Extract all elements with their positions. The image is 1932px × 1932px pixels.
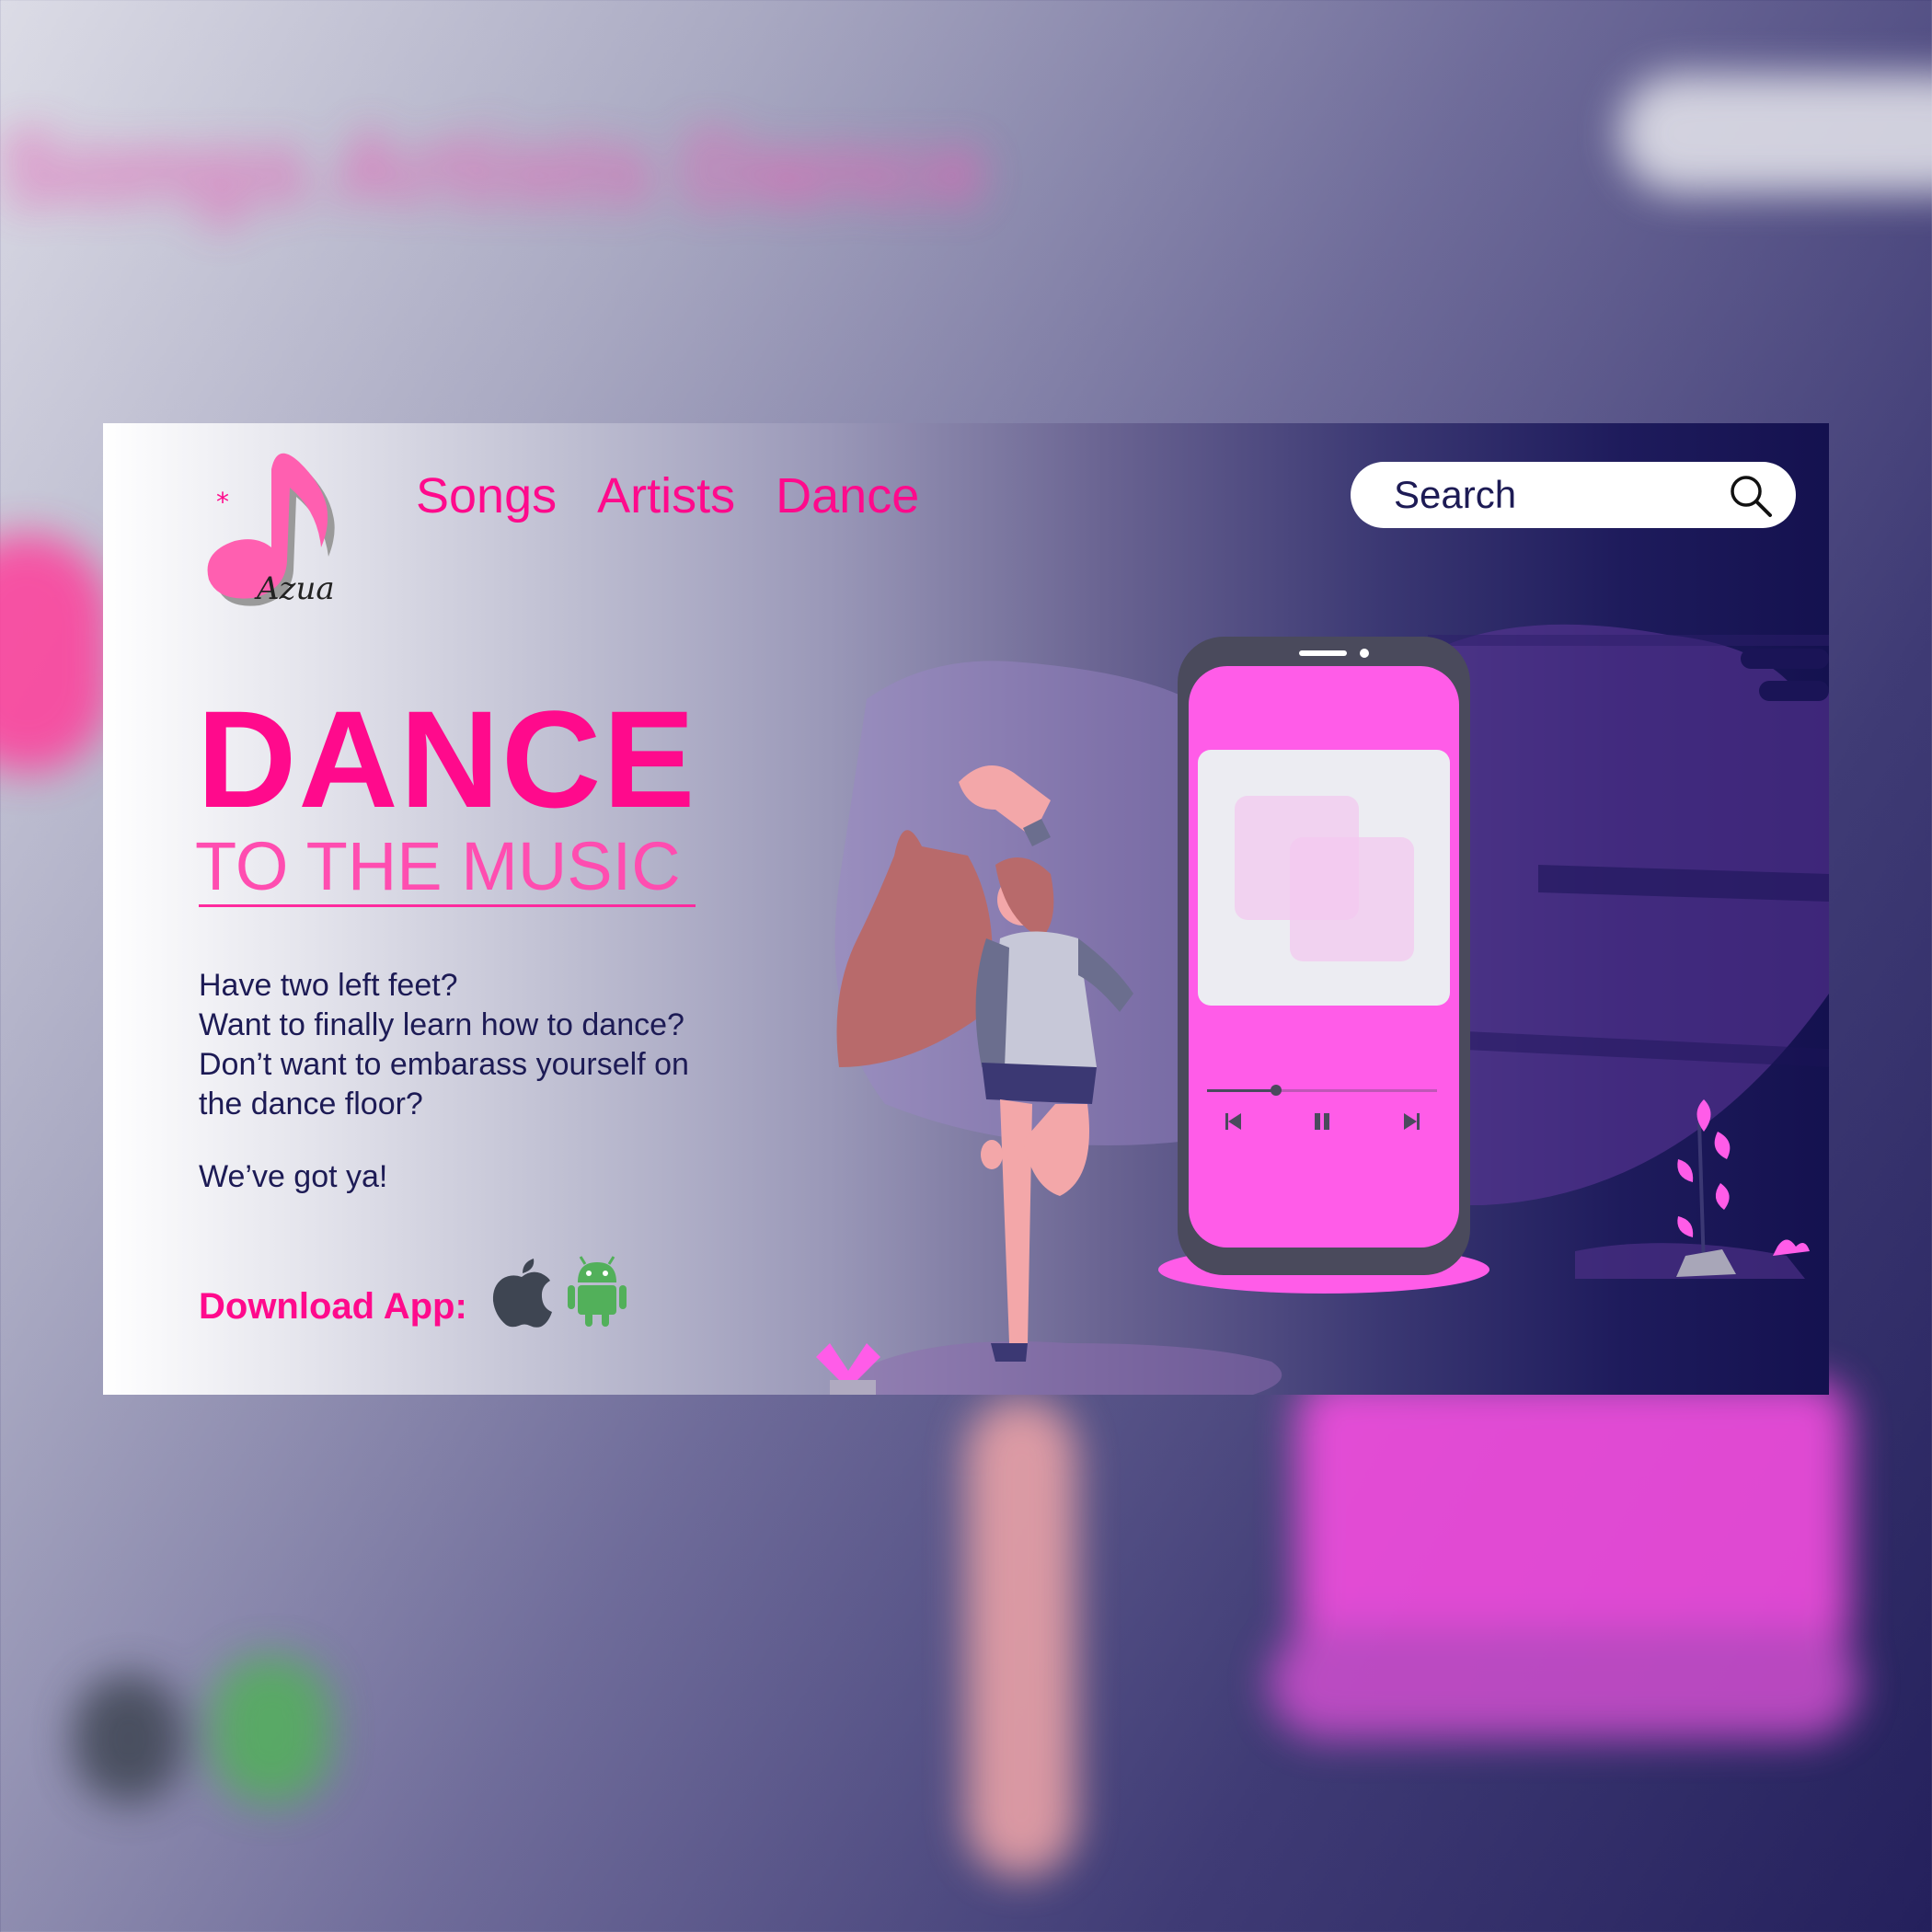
blurred-search [1619,74,1932,193]
description-line: the dance floor? [199,1087,423,1121]
nav-artists[interactable]: Artists [597,467,735,524]
description-line: Have two left feet? [199,968,458,1003]
search-bar [1351,462,1796,528]
nav-songs[interactable]: Songs [416,467,557,524]
blurred-phone [1297,1380,1849,1656]
brand-logo[interactable]: * Azua [190,442,365,626]
pause-icon[interactable] [1313,1111,1331,1136]
blurred-android-icon [212,1656,331,1803]
apple-icon[interactable] [489,1257,554,1333]
blurred-dancer [966,1398,1076,1877]
progress-slider[interactable] [1207,1082,1437,1098]
landing-page: * Azua Songs Artists Dance DANCE TO THE … [103,423,1829,1395]
hero-title: DANCE [197,682,697,836]
nav-dance[interactable]: Dance [776,467,919,524]
search-input[interactable] [1394,473,1725,517]
hero-tagline: We’ve got ya! [199,1159,388,1194]
main-nav: Songs Artists Dance [416,467,919,524]
hero-description: Have two left feet? Want to finally lear… [199,966,769,1124]
hero-subtitle: TO THE MUSIC [195,828,681,904]
blurred-nav: Songs Artists Dance [0,112,986,225]
blurred-apple-icon [74,1674,184,1803]
svg-text:*: * [216,487,229,517]
next-icon[interactable] [1403,1111,1420,1136]
description-line: Don’t want to embarass yourself on [199,1047,689,1082]
blurred-phone-base [1270,1628,1858,1739]
android-icon[interactable] [565,1255,629,1333]
download-label: Download App: [199,1286,467,1327]
title-underline [199,904,696,907]
previous-icon[interactable] [1225,1111,1242,1136]
blurred-logo [0,534,110,773]
brand-name: Azua [257,570,335,607]
description-line: Want to finally learn how to dance? [199,1007,684,1042]
search-icon[interactable] [1728,473,1774,523]
